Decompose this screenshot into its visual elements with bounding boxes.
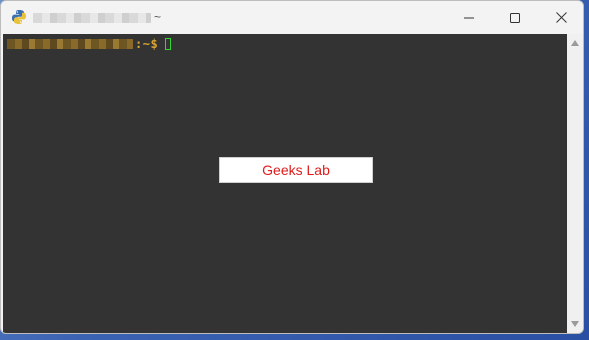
maximize-icon: [510, 12, 520, 23]
text-cursor: [165, 38, 172, 50]
popup-text: Geeks Lab: [262, 162, 330, 178]
python-app-icon: [12, 10, 26, 24]
minimize-icon: [464, 17, 474, 18]
redacted-user-host: [7, 39, 133, 49]
terminal-area[interactable]: :~$ Geeks Lab: [3, 34, 567, 333]
maximize-button[interactable]: [492, 1, 538, 34]
vertical-scrollbar[interactable]: [567, 34, 583, 333]
terminal-window: ~ :~$ Geeks Lab: [0, 0, 584, 334]
close-icon: [555, 12, 567, 23]
window-title: ~: [154, 10, 162, 24]
prompt-suffix: :~$: [135, 37, 159, 51]
title-bar[interactable]: ~: [1, 1, 583, 34]
geeks-lab-popup: Geeks Lab: [219, 157, 373, 183]
close-button[interactable]: [538, 1, 583, 34]
minimize-button[interactable]: [446, 1, 492, 34]
scroll-up-icon[interactable]: [570, 38, 580, 48]
redacted-title: [33, 13, 151, 23]
scroll-down-icon[interactable]: [570, 319, 580, 329]
prompt-line: :~$: [7, 37, 172, 51]
